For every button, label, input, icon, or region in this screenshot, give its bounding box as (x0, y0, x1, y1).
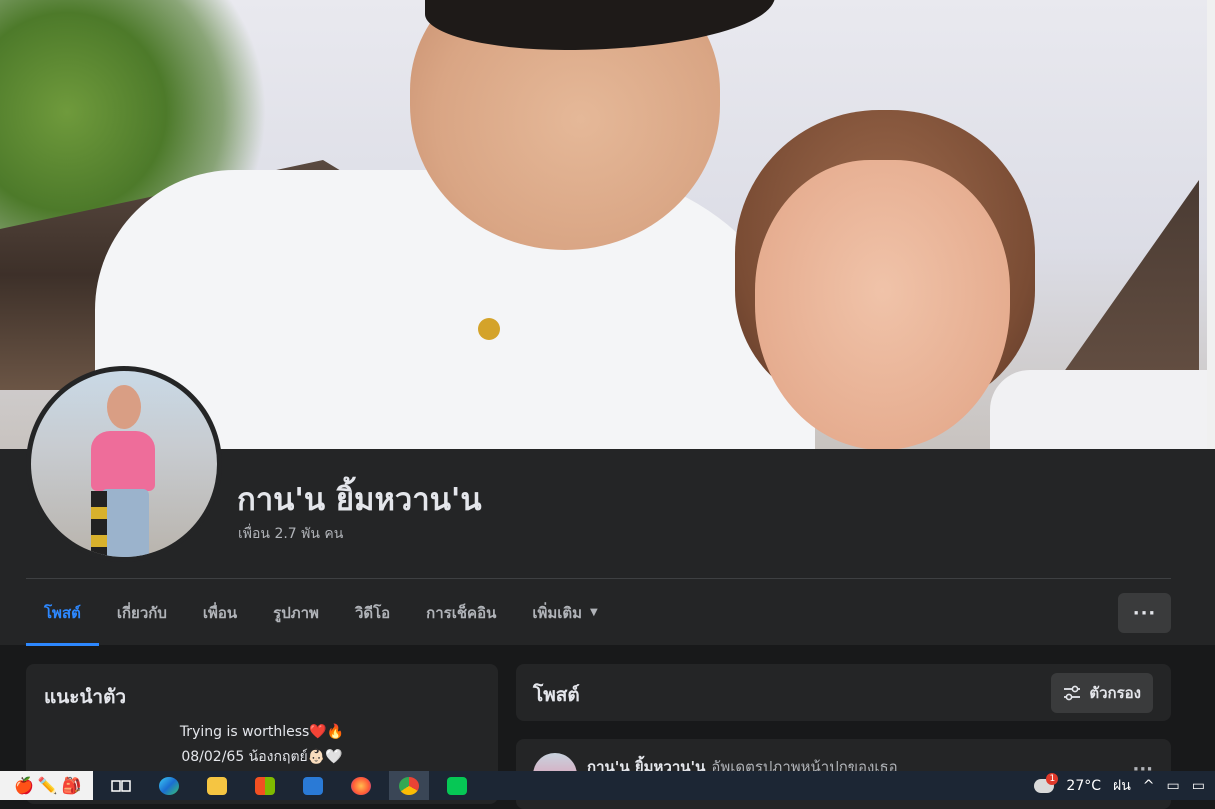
avatar-pole (91, 491, 107, 557)
store-icon[interactable] (245, 771, 285, 800)
tab-checkins[interactable]: การเช็คอิน (408, 582, 514, 643)
tab-about[interactable]: เกี่ยวกับ (99, 582, 185, 643)
chevron-up-icon[interactable]: ^ (1143, 778, 1155, 794)
caret-down-icon: ▼ (590, 607, 598, 618)
system-tray: 27°C ฝน ^ ▭ ▭ (1034, 771, 1215, 800)
apple-icon: 🍎 (14, 776, 34, 795)
chrome-icon[interactable] (389, 771, 429, 800)
friend-count[interactable]: เพื่อน 2.7 พัน คน (238, 523, 343, 545)
start-area[interactable]: 🍎 ✏️ 🎒 (0, 771, 93, 800)
tab-label: เพิ่มเติม (532, 603, 583, 622)
more-options-button[interactable]: ··· (1118, 593, 1171, 633)
tab-label: วิดีโอ (354, 603, 391, 622)
tab-label: เพื่อน (202, 603, 238, 622)
header-divider (26, 578, 1171, 579)
tab-videos[interactable]: วิดีโอ (337, 582, 408, 643)
avatar-figure-jeans (101, 489, 149, 557)
tab-friends[interactable]: เพื่อน (185, 582, 255, 643)
task-view-icon[interactable] (101, 771, 141, 800)
posts-title: โพสต์ (533, 684, 580, 706)
temperature[interactable]: 27°C (1066, 778, 1101, 794)
backpack-icon: 🎒 (61, 776, 82, 795)
bio-line: Trying is worthless❤️🔥 (179, 724, 345, 740)
filter-icon (1064, 685, 1081, 701)
cover-woman-shirt (990, 370, 1207, 449)
mail-icon[interactable] (293, 771, 333, 800)
pencils-icon: ✏️ (37, 776, 58, 795)
battery-icon[interactable]: ▭ (1167, 778, 1180, 794)
tab-more[interactable]: เพิ่มเติม ▼ (514, 582, 615, 643)
line-app-icon[interactable] (437, 771, 477, 800)
weather-text: ฝน (1113, 777, 1131, 794)
firefox-icon[interactable] (341, 771, 381, 800)
cover-shirt-button (478, 318, 500, 340)
tab-photos[interactable]: รูปภาพ (255, 582, 337, 643)
cover-woman-face (755, 160, 1010, 449)
intro-title: แนะนำตัว (44, 686, 127, 708)
edge-icon[interactable] (149, 771, 189, 800)
profile-tabs: โพสต์ เกี่ยวกับ เพื่อน รูปภาพ วิดีโอ การ… (26, 582, 616, 646)
filter-label: ตัวกรอง (1089, 684, 1141, 702)
filter-button[interactable]: ตัวกรอง (1051, 673, 1153, 713)
avatar-figure-shirt (91, 431, 155, 491)
avatar-photo (31, 371, 217, 557)
profile-avatar[interactable] (26, 366, 222, 562)
file-explorer-icon[interactable] (197, 771, 237, 800)
avatar-figure-head (107, 385, 141, 429)
weather-icon[interactable] (1034, 772, 1059, 793)
tab-posts[interactable]: โพสต์ (26, 582, 99, 646)
display-icon[interactable]: ▭ (1192, 778, 1205, 794)
tab-label: การเช็คอิน (426, 603, 497, 622)
tab-label: รูปภาพ (273, 603, 319, 622)
profile-name: กาน'น ยิ้มหวาน'น (237, 482, 482, 518)
windows-taskbar: 🍎 ✏️ 🎒 27°C ฝน ^ ▭ ▭ (0, 771, 1215, 800)
bio-line: 08/02/65 น้องกฤตย์👶🏻🤍 (181, 749, 343, 765)
page-scrollbar[interactable] (1207, 0, 1215, 449)
cover-photo[interactable] (0, 0, 1207, 449)
tab-label: โพสต์ (44, 603, 81, 622)
posts-header-card: โพสต์ ตัวกรอง (516, 664, 1171, 721)
tab-label: เกี่ยวกับ (116, 603, 167, 622)
